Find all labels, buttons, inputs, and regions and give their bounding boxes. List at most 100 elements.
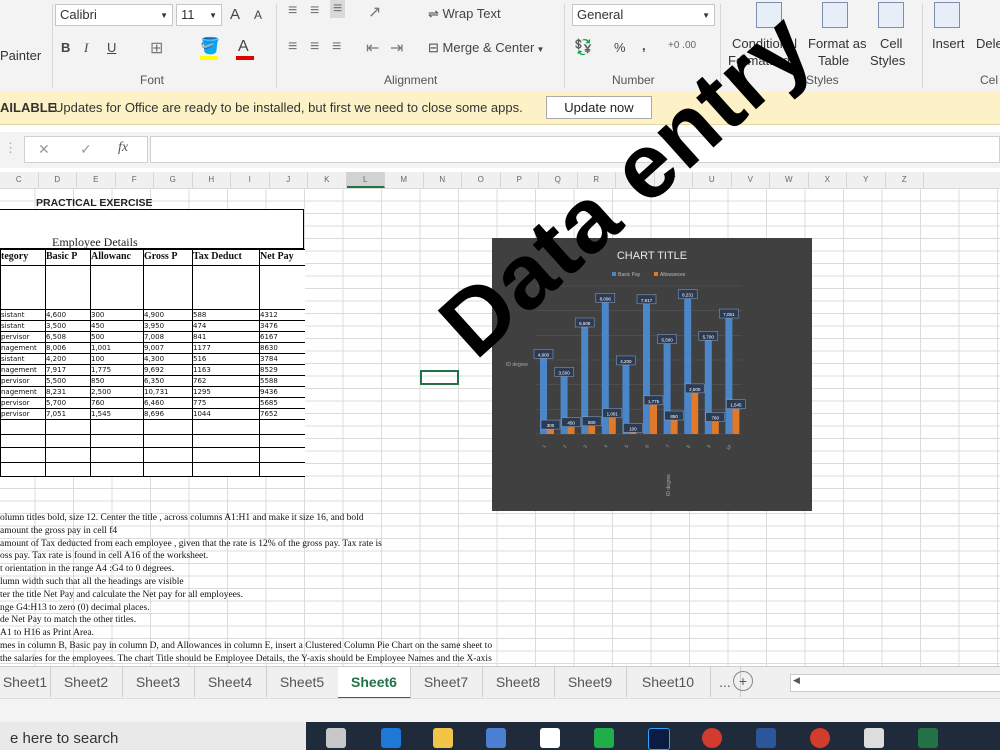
table-cell[interactable]: 9436 bbox=[260, 388, 304, 396]
scroll-left-icon[interactable]: ◀ bbox=[793, 675, 800, 686]
table-cell[interactable]: 3784 bbox=[260, 355, 304, 363]
table-cell[interactable]: 850 bbox=[91, 377, 142, 385]
cancel-icon[interactable]: ✕ bbox=[38, 141, 50, 158]
table-cell[interactable]: 588 bbox=[193, 311, 258, 319]
format-as-table-button[interactable]: Format as bbox=[808, 36, 867, 51]
table-cell[interactable]: pervisor bbox=[1, 410, 44, 418]
horizontal-scrollbar[interactable]: ◀ bbox=[790, 674, 1000, 692]
table-cell[interactable]: 5588 bbox=[260, 377, 304, 385]
orientation-icon[interactable]: ↗ bbox=[368, 2, 381, 22]
table-cell[interactable]: 1,001 bbox=[91, 344, 142, 352]
delete-button[interactable]: Dele bbox=[976, 36, 1000, 51]
table-cell[interactable]: 4,300 bbox=[144, 355, 191, 363]
table-cell[interactable]: 2,500 bbox=[91, 388, 142, 396]
table-cell[interactable]: 3,950 bbox=[144, 322, 191, 330]
table-cell[interactable]: 3476 bbox=[260, 322, 304, 330]
sheet-tab-sheet6[interactable]: Sheet6 bbox=[338, 667, 411, 700]
table-cell[interactable]: 4,900 bbox=[144, 311, 191, 319]
table-cell[interactable]: 6,460 bbox=[144, 399, 191, 407]
table-cell[interactable]: 841 bbox=[193, 333, 258, 341]
table-cell[interactable]: nagement bbox=[1, 366, 44, 374]
font-color-icon[interactable]: A bbox=[238, 38, 249, 56]
mail-icon[interactable] bbox=[540, 728, 560, 748]
sheet-tab-sheet9[interactable]: Sheet9 bbox=[554, 667, 627, 697]
table-cell[interactable]: 5,700 bbox=[46, 399, 89, 407]
table-header-cell[interactable]: Tax Deduct bbox=[193, 251, 258, 262]
column-header-g[interactable]: G bbox=[154, 172, 193, 188]
table-cell[interactable]: 8,006 bbox=[46, 344, 89, 352]
column-header-c[interactable]: C bbox=[0, 172, 39, 188]
cell-styles-button-line2[interactable]: Styles bbox=[870, 53, 905, 68]
borders-icon[interactable]: ⊞ bbox=[150, 38, 163, 58]
table-cell[interactable]: 8529 bbox=[260, 366, 304, 374]
column-header-o[interactable]: O bbox=[462, 172, 501, 188]
table-cell[interactable]: 1163 bbox=[193, 366, 258, 374]
table-cell[interactable]: 8,231 bbox=[46, 388, 89, 396]
column-header-v[interactable]: V bbox=[732, 172, 770, 188]
underline-button[interactable]: U bbox=[107, 40, 116, 55]
table-cell[interactable]: 775 bbox=[193, 399, 258, 407]
table-cell[interactable]: sistant bbox=[1, 355, 44, 363]
comma-button[interactable]: , bbox=[642, 38, 646, 53]
table-cell[interactable]: 7,008 bbox=[144, 333, 191, 341]
word-icon[interactable] bbox=[756, 728, 776, 748]
photoshop-icon[interactable] bbox=[648, 728, 670, 750]
table-cell[interactable]: 7,917 bbox=[46, 366, 89, 374]
enter-icon[interactable]: ✓ bbox=[80, 141, 92, 158]
align-left-icon[interactable]: ≡ bbox=[288, 38, 297, 56]
table-cell[interactable]: 1,545 bbox=[91, 410, 142, 418]
table-cell[interactable]: 4,200 bbox=[46, 355, 89, 363]
column-header-e[interactable]: E bbox=[77, 172, 116, 188]
align-right-icon[interactable]: ≡ bbox=[332, 38, 341, 56]
shrink-font-button[interactable]: A bbox=[254, 8, 262, 22]
font-name-select[interactable]: Calibri ▼ bbox=[55, 4, 173, 26]
table-cell[interactable]: 450 bbox=[91, 322, 142, 330]
bold-button[interactable]: B bbox=[61, 40, 70, 55]
percent-button[interactable]: % bbox=[614, 40, 626, 55]
add-sheet-icon[interactable]: + bbox=[733, 671, 753, 691]
table-header-cell[interactable]: Allowanc bbox=[91, 251, 142, 262]
sheet-tab-sheet10[interactable]: Sheet10 bbox=[626, 667, 711, 697]
increase-indent-icon[interactable]: ⇥ bbox=[390, 38, 403, 58]
table-cell[interactable]: 5,500 bbox=[46, 377, 89, 385]
sheet-tab-sheet8[interactable]: Sheet8 bbox=[482, 667, 555, 697]
table-cell[interactable]: 100 bbox=[91, 355, 142, 363]
table-cell[interactable]: 516 bbox=[193, 355, 258, 363]
grow-font-button[interactable]: A bbox=[230, 6, 240, 23]
merge-center-button[interactable]: ⊟ Merge & Center ▼ bbox=[428, 40, 544, 56]
table-cell[interactable]: 1295 bbox=[193, 388, 258, 396]
column-header-w[interactable]: W bbox=[770, 172, 809, 188]
column-header-i[interactable]: I bbox=[231, 172, 270, 188]
sheet-tab-sheet5[interactable]: Sheet5 bbox=[266, 667, 339, 697]
table-cell[interactable]: 6,508 bbox=[46, 333, 89, 341]
column-header-m[interactable]: M bbox=[385, 172, 424, 188]
table-header-cell[interactable]: Gross P bbox=[144, 251, 191, 262]
table-cell[interactable]: nagement bbox=[1, 344, 44, 352]
wrap-text-button[interactable]: ⇌ Wrap Text bbox=[428, 6, 501, 22]
table-cell[interactable]: pervisor bbox=[1, 399, 44, 407]
table-header-cell[interactable]: Net Pay bbox=[260, 251, 304, 262]
table-cell[interactable]: 5685 bbox=[260, 399, 304, 407]
table-cell[interactable]: sistant bbox=[1, 322, 44, 330]
column-header-j[interactable]: J bbox=[270, 172, 308, 188]
employee-table[interactable]: tegory Basic P Allowanc Gross P Tax Deduct Ne… bbox=[0, 249, 305, 477]
number-format-select[interactable]: General ▼ bbox=[572, 4, 715, 26]
table-cell[interactable]: 7,051 bbox=[46, 410, 89, 418]
sheet-tab-sheet4[interactable]: Sheet4 bbox=[194, 667, 267, 697]
sheet-tab-sheet1[interactable]: Sheet1 bbox=[0, 667, 51, 697]
selected-cell[interactable] bbox=[420, 370, 459, 385]
table-cell[interactable]: pervisor bbox=[1, 333, 44, 341]
table-cell[interactable]: nagement bbox=[1, 388, 44, 396]
sheet-title[interactable]: PRACTICAL EXERCISE bbox=[0, 197, 153, 209]
table-cell[interactable]: 9,692 bbox=[144, 366, 191, 374]
align-bottom-icon[interactable]: ≡ bbox=[330, 0, 346, 18]
column-header-f[interactable]: F bbox=[116, 172, 154, 188]
table-cell[interactable]: 474 bbox=[193, 322, 258, 330]
table-cell[interactable]: 1,775 bbox=[91, 366, 142, 374]
table-cell[interactable]: 6167 bbox=[260, 333, 304, 341]
insert-button[interactable]: Insert bbox=[932, 36, 965, 51]
table-cell[interactable]: 1177 bbox=[193, 344, 258, 352]
increase-decimal-button[interactable]: +0 .00 bbox=[668, 40, 696, 51]
table-header-cell[interactable]: tegory bbox=[1, 251, 44, 262]
table-cell[interactable]: 3,500 bbox=[46, 322, 89, 330]
